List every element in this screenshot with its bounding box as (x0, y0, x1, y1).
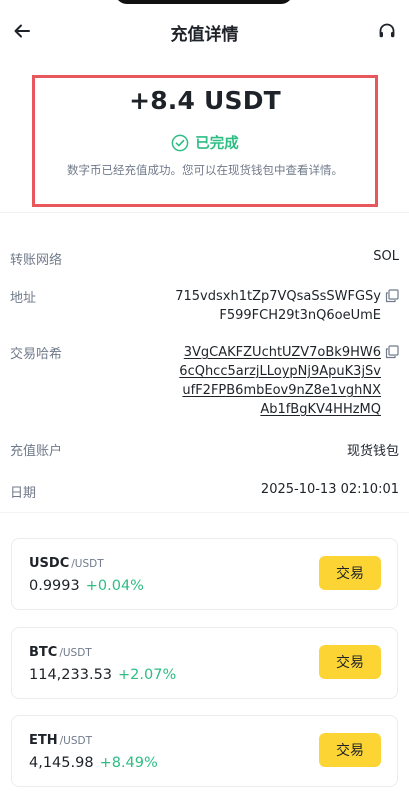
market-change: +2.07% (118, 667, 177, 683)
address-label: 地址 (10, 291, 37, 306)
hash-line: 3VgCAKFZUchtUZV7oBk9HW6 (183, 345, 381, 360)
network-value: SOL (373, 249, 399, 264)
market-price-row: 0.9993 +0.04% (29, 578, 144, 594)
market-change: +8.49% (99, 755, 158, 771)
market-symbol: USDC/USDT (29, 556, 104, 571)
status-text: 已完成 (195, 136, 239, 152)
status-message: 数字币已经充值成功。您可以在现货钱包中查看详情。 (67, 163, 343, 177)
market-price: 4,145.98 (29, 755, 94, 771)
divider (0, 512, 409, 513)
market-quote: /USDT (59, 735, 93, 747)
network-label: 转账网络 (10, 253, 63, 268)
market-card-usdc[interactable]: USDC/USDT 0.9993 +0.04% 交易 (11, 538, 398, 610)
date-label: 日期 (10, 486, 37, 501)
trade-button[interactable]: 交易 (319, 733, 381, 767)
deposit-summary: +8.4 USDT 已完成 数字币已经充值成功。您可以在现货钱包中查看详情。 (32, 75, 378, 207)
deposit-amount: +8.4 USDT (129, 86, 281, 115)
hash-label: 交易哈希 (10, 347, 63, 362)
market-card-btc[interactable]: BTC/USDT 114,233.53 +2.07% 交易 (11, 627, 398, 699)
transaction-hash-link[interactable]: 3VgCAKFZUchtUZV7oBk9HW6 6cQhcc5arzjLLoyp… (179, 343, 381, 419)
market-price-row: 4,145.98 +8.49% (29, 755, 158, 771)
address-line: F599FCH29t3nQ6oeUmE (219, 308, 381, 323)
status-row: 已完成 (35, 132, 375, 153)
header: 充值详情 (0, 0, 409, 62)
check-circle-icon (171, 134, 189, 152)
address-value[interactable]: 715vdsxh1tZp7VQsaSsSWFGSy F599FCH29t3nQ6… (175, 287, 399, 325)
market-quote: /USDT (71, 558, 104, 570)
market-price: 0.9993 (29, 578, 80, 594)
date-value: 2025-10-13 02:10:01 (260, 482, 399, 497)
market-symbol: ETH/USDT (29, 733, 93, 748)
market-change: +0.04% (85, 578, 144, 594)
market-symbol: BTC/USDT (29, 645, 92, 660)
market-quote: /USDT (59, 647, 92, 659)
copy-address-icon[interactable] (385, 289, 399, 303)
market-price-row: 114,233.53 +2.07% (29, 667, 176, 683)
market-price: 114,233.53 (29, 667, 113, 683)
address-line: 715vdsxh1tZp7VQsaSsSWFGSy (175, 289, 381, 304)
market-card-eth[interactable]: ETH/USDT 4,145.98 +8.49% 交易 (11, 715, 398, 787)
page-title: 充值详情 (170, 25, 239, 45)
hash-line: 6cQhcc5arzjLLoypNj9ApuK3jSv (179, 364, 381, 379)
support-button[interactable] (375, 19, 399, 43)
account-label: 充值账户 (10, 444, 63, 459)
hash-value[interactable]: 3VgCAKFZUchtUZV7oBk9HW6 6cQhcc5arzjLLoyp… (179, 343, 399, 419)
headset-icon (377, 21, 397, 41)
divider (0, 212, 409, 213)
hash-line: ufF2FPB6mbEov9nZ8e1vghNX (182, 383, 381, 398)
account-value: 现货钱包 (346, 444, 399, 459)
copy-hash-icon[interactable] (385, 345, 399, 359)
address-text[interactable]: 715vdsxh1tZp7VQsaSsSWFGSy F599FCH29t3nQ6… (175, 287, 381, 325)
hash-line: Ab1fBgKV4HHzMQ (260, 402, 381, 417)
trade-button[interactable]: 交易 (319, 645, 381, 679)
trade-button[interactable]: 交易 (319, 556, 381, 590)
